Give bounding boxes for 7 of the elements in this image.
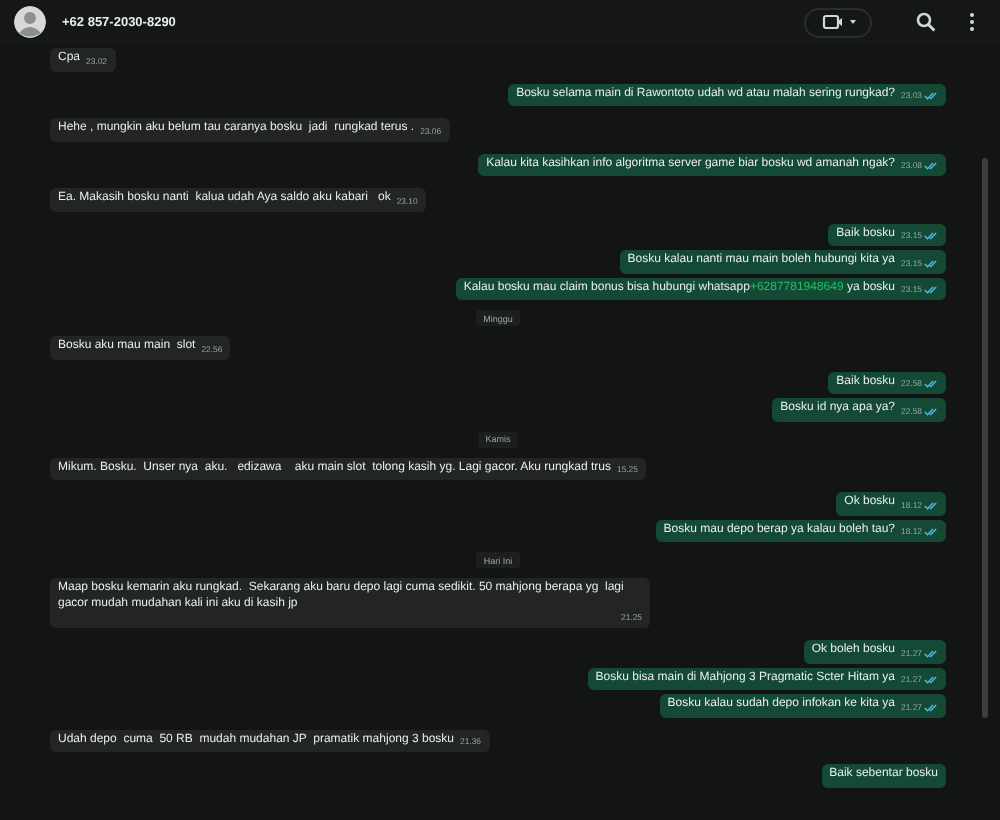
menu-icon[interactable] bbox=[968, 12, 976, 32]
search-icon[interactable] bbox=[916, 12, 936, 32]
caret-icon bbox=[849, 20, 855, 24]
scrollbar[interactable] bbox=[982, 158, 988, 718]
video-call-button[interactable] bbox=[804, 7, 872, 37]
video-camera-icon bbox=[821, 14, 841, 30]
avatar-icon[interactable] bbox=[14, 6, 46, 38]
